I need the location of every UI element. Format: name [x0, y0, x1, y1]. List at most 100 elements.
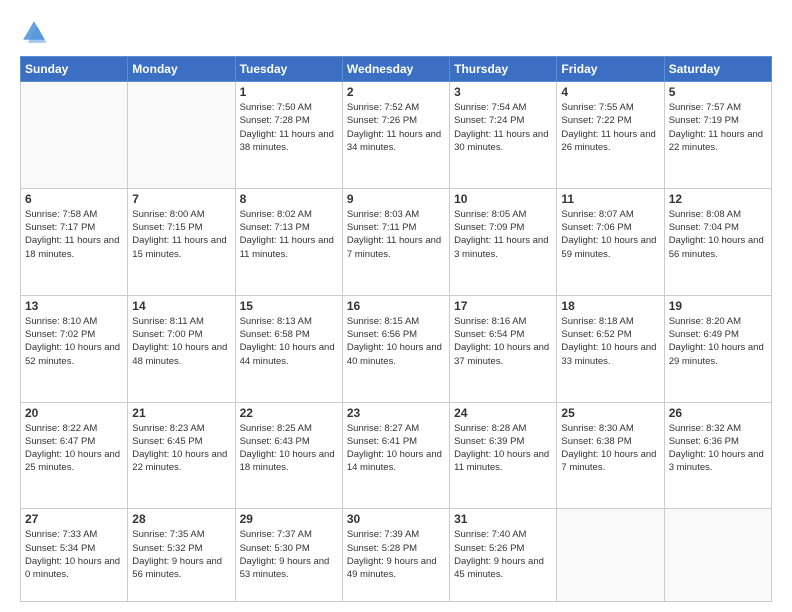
day-number: 25 — [561, 406, 659, 420]
calendar-cell — [21, 82, 128, 189]
calendar-week-5: 27Sunrise: 7:33 AM Sunset: 5:34 PM Dayli… — [21, 509, 772, 602]
calendar-cell: 8Sunrise: 8:02 AM Sunset: 7:13 PM Daylig… — [235, 188, 342, 295]
day-info: Sunrise: 7:40 AM Sunset: 5:26 PM Dayligh… — [454, 528, 552, 581]
day-info: Sunrise: 8:20 AM Sunset: 6:49 PM Dayligh… — [669, 315, 767, 368]
calendar-cell: 10Sunrise: 8:05 AM Sunset: 7:09 PM Dayli… — [450, 188, 557, 295]
day-header-monday: Monday — [128, 57, 235, 82]
day-info: Sunrise: 8:00 AM Sunset: 7:15 PM Dayligh… — [132, 208, 230, 261]
day-number: 20 — [25, 406, 123, 420]
day-info: Sunrise: 8:05 AM Sunset: 7:09 PM Dayligh… — [454, 208, 552, 261]
day-info: Sunrise: 8:23 AM Sunset: 6:45 PM Dayligh… — [132, 422, 230, 475]
calendar-cell: 13 Sunrise: 8:10 AM Sunset: 7:02 PM Dayli… — [21, 295, 128, 402]
day-header-friday: Friday — [557, 57, 664, 82]
calendar-cell: 11 Sunrise: 8:07 AM Sunset: 7:06 PM Dayli… — [557, 188, 664, 295]
day-header-thursday: Thursday — [450, 57, 557, 82]
calendar-cell — [557, 509, 664, 602]
day-info: Sunrise: 8:30 AM Sunset: 6:38 PM Dayligh… — [561, 422, 659, 475]
calendar-week-1: 1 Sunrise: 7:50 AM Sunset: 7:28 PM Daylig… — [21, 82, 772, 189]
day-info: Sunrise: 7:54 AM Sunset: 7:24 PM Dayligh… — [454, 101, 552, 154]
day-number: 13 — [25, 299, 123, 313]
calendar-cell: 17Sunrise: 8:16 AM Sunset: 6:54 PM Dayli… — [450, 295, 557, 402]
calendar-cell: 18 Sunrise: 8:18 AM Sunset: 6:52 PM Dayli… — [557, 295, 664, 402]
calendar-cell: 28 Sunrise: 7:35 AM Sunset: 5:32 PM Dayli… — [128, 509, 235, 602]
calendar-cell: 14 Sunrise: 8:11 AM Sunset: 7:00 PM Dayli… — [128, 295, 235, 402]
day-number: 18 — [561, 299, 659, 313]
day-number: 29 — [240, 512, 338, 526]
day-number: 5 — [669, 85, 767, 99]
day-number: 9 — [347, 192, 445, 206]
day-info: Sunrise: 7:57 AM Sunset: 7:19 PM Dayligh… — [669, 101, 767, 154]
day-info: Sunrise: 7:55 AM Sunset: 7:22 PM Dayligh… — [561, 101, 659, 154]
calendar-cell: 26 Sunrise: 8:32 AM Sunset: 6:36 PM Dayli… — [664, 402, 771, 509]
day-number: 16 — [347, 299, 445, 313]
logo — [20, 18, 52, 46]
calendar-cell: 16 Sunrise: 8:15 AM Sunset: 6:56 PM Dayli… — [342, 295, 449, 402]
calendar-cell: 9 Sunrise: 8:03 AM Sunset: 7:11 PM Daylig… — [342, 188, 449, 295]
calendar-cell: 6Sunrise: 7:58 AM Sunset: 7:17 PM Daylig… — [21, 188, 128, 295]
calendar-cell: 12Sunrise: 8:08 AM Sunset: 7:04 PM Dayli… — [664, 188, 771, 295]
day-info: Sunrise: 8:18 AM Sunset: 6:52 PM Dayligh… — [561, 315, 659, 368]
day-info: Sunrise: 8:15 AM Sunset: 6:56 PM Dayligh… — [347, 315, 445, 368]
calendar-week-2: 6Sunrise: 7:58 AM Sunset: 7:17 PM Daylig… — [21, 188, 772, 295]
day-info: Sunrise: 8:32 AM Sunset: 6:36 PM Dayligh… — [669, 422, 767, 475]
calendar-cell — [128, 82, 235, 189]
day-number: 17 — [454, 299, 552, 313]
day-info: Sunrise: 8:03 AM Sunset: 7:11 PM Dayligh… — [347, 208, 445, 261]
day-info: Sunrise: 7:52 AM Sunset: 7:26 PM Dayligh… — [347, 101, 445, 154]
day-number: 28 — [132, 512, 230, 526]
calendar-cell: 5 Sunrise: 7:57 AM Sunset: 7:19 PM Daylig… — [664, 82, 771, 189]
day-number: 15 — [240, 299, 338, 313]
calendar-cell: 4 Sunrise: 7:55 AM Sunset: 7:22 PM Daylig… — [557, 82, 664, 189]
day-number: 22 — [240, 406, 338, 420]
calendar-cell: 21 Sunrise: 8:23 AM Sunset: 6:45 PM Dayli… — [128, 402, 235, 509]
day-info: Sunrise: 8:22 AM Sunset: 6:47 PM Dayligh… — [25, 422, 123, 475]
day-number: 27 — [25, 512, 123, 526]
day-number: 7 — [132, 192, 230, 206]
calendar-cell: 2Sunrise: 7:52 AM Sunset: 7:26 PM Daylig… — [342, 82, 449, 189]
calendar-cell: 30 Sunrise: 7:39 AM Sunset: 5:28 PM Dayli… — [342, 509, 449, 602]
calendar-table: SundayMondayTuesdayWednesdayThursdayFrid… — [20, 56, 772, 602]
calendar-cell: 23 Sunrise: 8:27 AM Sunset: 6:41 PM Dayli… — [342, 402, 449, 509]
page: SundayMondayTuesdayWednesdayThursdayFrid… — [0, 0, 792, 612]
day-info: Sunrise: 7:50 AM Sunset: 7:28 PM Dayligh… — [240, 101, 338, 154]
day-number: 8 — [240, 192, 338, 206]
calendar-cell: 15 Sunrise: 8:13 AM Sunset: 6:58 PM Dayli… — [235, 295, 342, 402]
calendar-cell: 24 Sunrise: 8:28 AM Sunset: 6:39 PM Dayli… — [450, 402, 557, 509]
day-number: 19 — [669, 299, 767, 313]
calendar-cell — [664, 509, 771, 602]
day-number: 14 — [132, 299, 230, 313]
day-info: Sunrise: 8:07 AM Sunset: 7:06 PM Dayligh… — [561, 208, 659, 261]
calendar-cell: 7 Sunrise: 8:00 AM Sunset: 7:15 PM Daylig… — [128, 188, 235, 295]
day-info: Sunrise: 7:35 AM Sunset: 5:32 PM Dayligh… — [132, 528, 230, 581]
day-header-tuesday: Tuesday — [235, 57, 342, 82]
day-info: Sunrise: 8:27 AM Sunset: 6:41 PM Dayligh… — [347, 422, 445, 475]
calendar-body: 1 Sunrise: 7:50 AM Sunset: 7:28 PM Daylig… — [21, 82, 772, 602]
calendar-header-row: SundayMondayTuesdayWednesdayThursdayFrid… — [21, 57, 772, 82]
day-header-wednesday: Wednesday — [342, 57, 449, 82]
day-info: Sunrise: 8:13 AM Sunset: 6:58 PM Dayligh… — [240, 315, 338, 368]
day-number: 11 — [561, 192, 659, 206]
day-number: 30 — [347, 512, 445, 526]
day-info: Sunrise: 8:10 AM Sunset: 7:02 PM Dayligh… — [25, 315, 123, 368]
calendar-cell: 22Sunrise: 8:25 AM Sunset: 6:43 PM Dayli… — [235, 402, 342, 509]
calendar-cell: 29Sunrise: 7:37 AM Sunset: 5:30 PM Dayli… — [235, 509, 342, 602]
calendar-cell: 3Sunrise: 7:54 AM Sunset: 7:24 PM Daylig… — [450, 82, 557, 189]
calendar-cell: 20 Sunrise: 8:22 AM Sunset: 6:47 PM Dayli… — [21, 402, 128, 509]
day-number: 1 — [240, 85, 338, 99]
day-number: 24 — [454, 406, 552, 420]
day-number: 23 — [347, 406, 445, 420]
calendar-week-3: 13 Sunrise: 8:10 AM Sunset: 7:02 PM Dayli… — [21, 295, 772, 402]
day-number: 12 — [669, 192, 767, 206]
day-number: 21 — [132, 406, 230, 420]
day-number: 31 — [454, 512, 552, 526]
calendar-cell: 27Sunrise: 7:33 AM Sunset: 5:34 PM Dayli… — [21, 509, 128, 602]
calendar-cell: 31 Sunrise: 7:40 AM Sunset: 5:26 PM Dayli… — [450, 509, 557, 602]
day-info: Sunrise: 8:28 AM Sunset: 6:39 PM Dayligh… — [454, 422, 552, 475]
logo-icon — [20, 18, 48, 46]
calendar-week-4: 20 Sunrise: 8:22 AM Sunset: 6:47 PM Dayli… — [21, 402, 772, 509]
calendar-cell: 19 Sunrise: 8:20 AM Sunset: 6:49 PM Dayli… — [664, 295, 771, 402]
day-info: Sunrise: 8:11 AM Sunset: 7:00 PM Dayligh… — [132, 315, 230, 368]
day-number: 4 — [561, 85, 659, 99]
day-number: 26 — [669, 406, 767, 420]
day-info: Sunrise: 7:39 AM Sunset: 5:28 PM Dayligh… — [347, 528, 445, 581]
